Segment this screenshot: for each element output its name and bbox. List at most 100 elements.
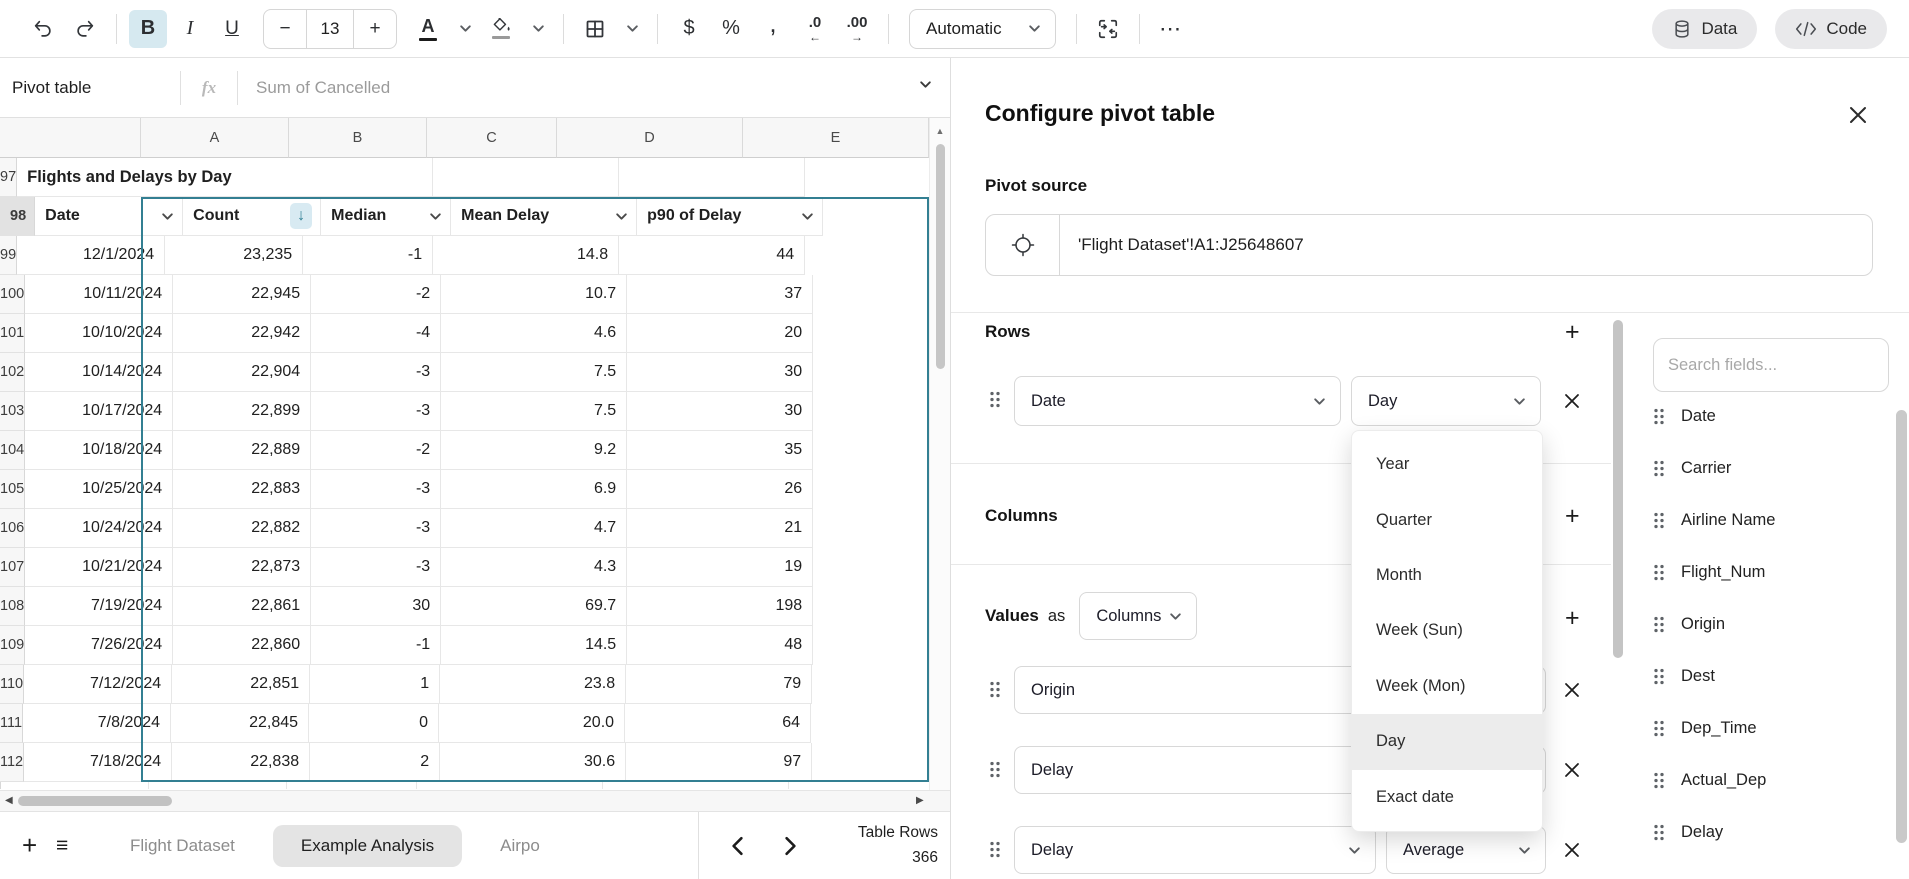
cell-median[interactable]: -2 <box>311 275 441 314</box>
cell-mean-delay[interactable]: 69.7 <box>441 587 627 626</box>
increase-decimals-button[interactable]: .00 → <box>838 10 876 48</box>
values-as-select[interactable]: Columns <box>1079 592 1197 640</box>
column-header[interactable]: A <box>141 118 289 158</box>
cell-count[interactable]: 22,945 <box>173 275 311 314</box>
cell-date[interactable]: 10/25/2024 <box>25 470 173 509</box>
add-sheet-button[interactable]: + <box>22 830 56 861</box>
comma-format-button[interactable]: , <box>754 10 792 48</box>
row-number[interactable]: 99 <box>0 236 17 275</box>
cell-mean-delay[interactable]: 7.5 <box>441 353 627 392</box>
cell-p90[interactable]: 64 <box>625 704 811 743</box>
granularity-menu-item[interactable]: Day <box>1352 714 1542 769</box>
cell-count[interactable]: 22,883 <box>173 470 311 509</box>
row-number[interactable]: 112 <box>0 743 24 782</box>
borders-dropdown[interactable] <box>620 10 645 48</box>
vertical-scrollbar-thumb[interactable] <box>936 144 945 369</box>
granularity-menu-item[interactable]: Week (Mon) <box>1352 659 1542 714</box>
cell-median[interactable]: -1 <box>311 626 441 665</box>
cell-mean-delay[interactable]: 7.5 <box>441 392 627 431</box>
cell-date[interactable]: 10/14/2024 <box>25 353 173 392</box>
horizontal-scrollbar[interactable]: ◀ ▶ <box>0 790 950 812</box>
cell-p90[interactable]: 198 <box>627 587 813 626</box>
field-list-item[interactable]: Airline Name <box>1653 509 1889 531</box>
sheet-tab[interactable]: Example Analysis <box>273 825 462 867</box>
drag-handle-icon[interactable] <box>989 681 1001 698</box>
cell-median[interactable]: 1 <box>310 665 440 704</box>
cell-date[interactable]: 7/26/2024 <box>25 626 173 665</box>
decrease-decimals-button[interactable]: .0 ← <box>796 10 834 48</box>
sort-descending-icon[interactable]: ↓ <box>290 203 312 229</box>
fill-color-button[interactable] <box>482 10 520 48</box>
cell-count[interactable]: 22,861 <box>173 587 311 626</box>
granularity-menu-item[interactable]: Exact date <box>1352 770 1542 825</box>
decrease-font-size-button[interactable]: − <box>264 10 306 48</box>
header-cell-p90[interactable]: p90 of Delay <box>637 197 823 236</box>
remove-value-field-button[interactable] <box>1563 681 1581 699</box>
close-panel-button[interactable] <box>1847 104 1869 126</box>
scroll-left-arrow-icon[interactable]: ◀ <box>5 795 13 806</box>
text-color-button[interactable]: A <box>409 10 447 48</box>
cell[interactable] <box>433 158 619 197</box>
scroll-right-arrow-icon[interactable]: ▶ <box>916 795 924 806</box>
cell-date[interactable]: 10/18/2024 <box>25 431 173 470</box>
cell-mean-delay[interactable]: 9.2 <box>441 431 627 470</box>
cell-count[interactable]: 22,851 <box>172 665 310 704</box>
drag-handle-icon[interactable] <box>989 761 1001 778</box>
cell-p90[interactable]: 79 <box>626 665 812 704</box>
pivot-source-input[interactable]: 'Flight Dataset'!A1:J25648607 <box>985 214 1873 276</box>
cell-mean-delay[interactable]: 4.7 <box>441 509 627 548</box>
cell-mean-delay[interactable]: 10.7 <box>441 275 627 314</box>
row-number[interactable]: 106 <box>0 509 25 548</box>
cell-date[interactable]: 12/1/2024 <box>17 236 165 275</box>
cell-median[interactable]: -3 <box>311 353 441 392</box>
cell-date[interactable]: 10/11/2024 <box>25 275 173 314</box>
cell-median[interactable]: -3 <box>311 470 441 509</box>
cell-mean-delay[interactable]: 4.6 <box>441 314 627 353</box>
row-number[interactable]: 105 <box>0 470 25 509</box>
cell-count[interactable]: 22,889 <box>173 431 311 470</box>
column-header[interactable]: E <box>743 118 929 158</box>
cell-count[interactable]: 22,873 <box>173 548 311 587</box>
percent-format-button[interactable]: % <box>712 10 750 48</box>
row-number[interactable]: 108 <box>0 587 25 626</box>
row-number[interactable]: 97 <box>0 158 17 197</box>
fit-to-data-button[interactable] <box>1089 10 1127 48</box>
cell-count[interactable]: 22,904 <box>173 353 311 392</box>
filter-chevron-icon[interactable] <box>429 212 442 221</box>
field-list-item[interactable]: Dest <box>1653 665 1889 687</box>
field-list-item[interactable]: Origin <box>1653 613 1889 635</box>
cell-date[interactable]: 10/10/2024 <box>25 314 173 353</box>
row-number[interactable]: 111 <box>0 704 23 743</box>
cell-median[interactable]: 0 <box>309 704 439 743</box>
cell-mean-delay[interactable]: 20.0 <box>439 704 625 743</box>
cell-p90[interactable]: 48 <box>627 626 813 665</box>
field-list-item[interactable]: Dep_Time <box>1653 717 1889 739</box>
row-number[interactable]: 107 <box>0 548 25 587</box>
sheet-tab[interactable]: Airpo <box>472 825 568 867</box>
cell-p90[interactable]: 30 <box>627 353 813 392</box>
sheet-tab[interactable]: Flight Dataset <box>102 825 263 867</box>
next-sheet-icon[interactable] <box>784 835 797 857</box>
range-picker-button[interactable] <box>986 215 1060 275</box>
remove-value-field-button[interactable] <box>1563 841 1581 859</box>
cell-mean-delay[interactable]: 6.9 <box>441 470 627 509</box>
field-list-item[interactable]: Delay <box>1653 821 1889 843</box>
row-number[interactable]: 103 <box>0 392 25 431</box>
code-button[interactable]: Code <box>1775 9 1887 49</box>
cell-date[interactable]: 10/24/2024 <box>25 509 173 548</box>
underline-button[interactable]: U <box>213 10 251 48</box>
header-cell-mean-delay[interactable]: Mean Delay <box>451 197 637 236</box>
redo-button[interactable] <box>66 10 104 48</box>
filter-chevron-icon[interactable] <box>615 212 628 221</box>
drag-handle-icon[interactable] <box>989 391 1001 408</box>
filter-chevron-icon[interactable] <box>161 212 174 221</box>
cell-p90[interactable]: 30 <box>627 392 813 431</box>
undo-button[interactable] <box>24 10 62 48</box>
cell-count[interactable]: 22,942 <box>173 314 311 353</box>
row-number[interactable]: 110 <box>0 665 24 704</box>
field-list-item[interactable]: Carrier <box>1653 457 1889 479</box>
header-cell-median[interactable]: Median <box>321 197 451 236</box>
row-number[interactable]: 98 <box>0 197 35 236</box>
cell-count[interactable]: 22,845 <box>171 704 309 743</box>
row-number[interactable]: 101 <box>0 314 25 353</box>
